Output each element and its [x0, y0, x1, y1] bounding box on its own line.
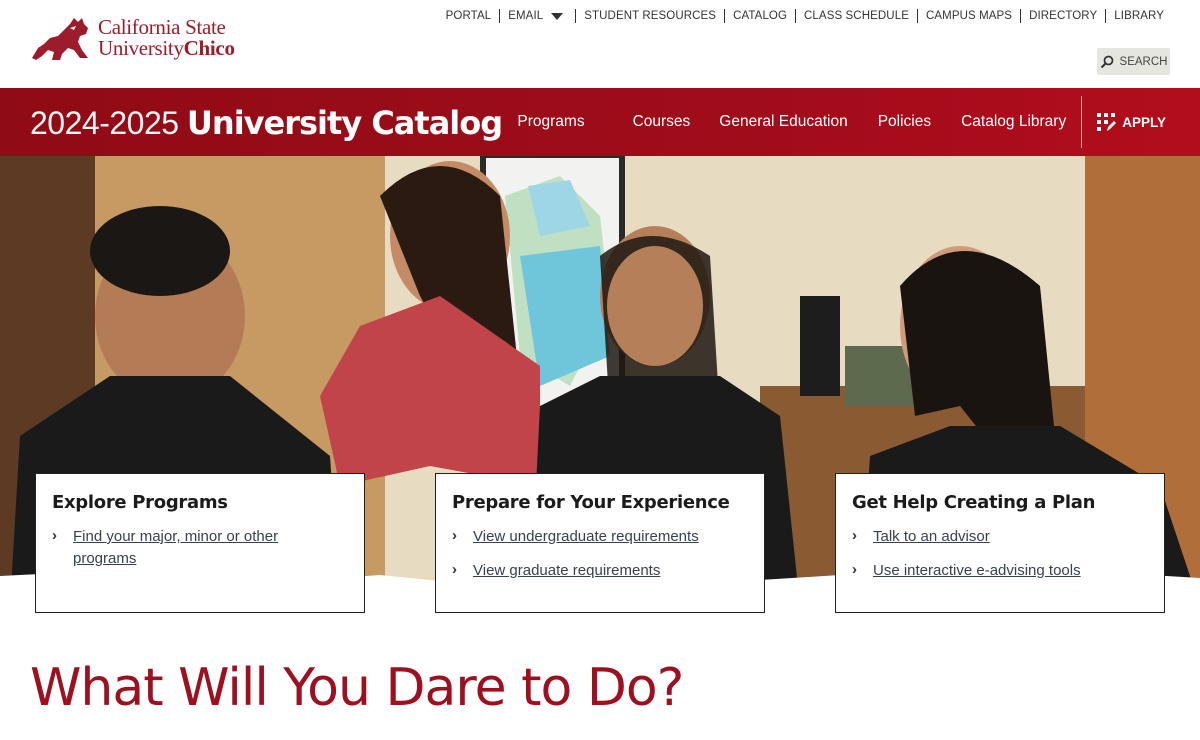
card-title: Prepare for Your Experience [452, 492, 730, 513]
util-link-class-schedule[interactable]: CLASS SCHEDULE [795, 9, 917, 23]
util-link-campus-maps[interactable]: CAMPUS MAPS [916, 9, 1020, 23]
card-link-item: › View undergraduate requirements [452, 526, 748, 548]
apply-icon [1097, 112, 1117, 131]
search-button[interactable]: SEARCH [1097, 48, 1170, 75]
site-header: California State UniversityChico PORTAL … [0, 0, 1200, 88]
grad-requirements-link[interactable]: View graduate requirements [473, 560, 660, 582]
find-programs-link[interactable]: Find your major, minor or other programs [73, 526, 303, 570]
util-link-catalog[interactable]: CATALOG [724, 9, 795, 23]
university-logo[interactable]: California State UniversityChico [30, 14, 235, 62]
util-link-portal[interactable]: PORTAL [438, 9, 500, 23]
nav-programs[interactable]: Programs [517, 113, 584, 131]
apply-label: APPLY [1122, 114, 1166, 130]
catalog-year: 2024-2025 [30, 105, 179, 141]
wildcat-logo-icon [32, 18, 88, 60]
nav-policies[interactable]: Policies [878, 113, 931, 131]
apply-button[interactable]: APPLY [1081, 96, 1200, 148]
util-link-directory[interactable]: DIRECTORY [1020, 9, 1105, 23]
search-label: SEARCH [1119, 55, 1168, 68]
logo-wordmark: California State UniversityChico [98, 17, 235, 59]
chevron-right-icon: › [52, 527, 57, 544]
card-title: Get Help Creating a Plan [852, 492, 1096, 513]
chevron-right-icon: › [852, 561, 857, 578]
undergrad-requirements-link[interactable]: View undergraduate requirements [473, 526, 699, 548]
card-explore-programs: Explore Programs › Find your major, mino… [35, 473, 365, 613]
card-help-plan: Get Help Creating a Plan › Talk to an ad… [835, 473, 1165, 613]
chevron-down-icon [551, 12, 564, 20]
chevron-right-icon: › [852, 527, 857, 544]
search-icon [1100, 55, 1113, 68]
nav-catalog-library[interactable]: Catalog Library [961, 113, 1066, 131]
catalog-title[interactable]: 2024-2025 University Catalog [30, 104, 503, 142]
util-link-student-resources[interactable]: STUDENT RESOURCES [575, 9, 724, 23]
utility-nav: PORTAL EMAIL STUDENT RESOURCES CATALOG C… [438, 9, 1172, 23]
card-link-item: › Find your major, minor or other progra… [52, 526, 348, 570]
util-link-email[interactable]: EMAIL [499, 9, 575, 23]
card-prepare-experience: Prepare for Your Experience › View under… [435, 473, 765, 613]
advisor-link[interactable]: Talk to an advisor [873, 526, 990, 548]
catalog-nav: Programs Courses General Education Polic… [517, 88, 1200, 156]
util-link-library[interactable]: LIBRARY [1105, 9, 1172, 23]
card-link-item: › Talk to an advisor [852, 526, 1148, 548]
logo-line-1: California State [98, 15, 226, 39]
logo-line-2: UniversityChico [98, 36, 235, 60]
e-advising-link[interactable]: Use interactive e-advising tools [873, 560, 1081, 582]
page-heading: What Will You Dare to Do? [30, 658, 684, 718]
chevron-right-icon: › [452, 561, 457, 578]
catalog-bar: 2024-2025 University Catalog Programs Co… [0, 88, 1200, 156]
card-link-item: › View graduate requirements [452, 560, 748, 582]
catalog-name: University Catalog [186, 104, 503, 142]
card-title: Explore Programs [52, 492, 228, 513]
nav-general-education[interactable]: General Education [719, 113, 847, 131]
nav-courses[interactable]: Courses [633, 113, 691, 131]
card-link-item: › Use interactive e-advising tools [852, 560, 1148, 582]
chevron-right-icon: › [452, 527, 457, 544]
